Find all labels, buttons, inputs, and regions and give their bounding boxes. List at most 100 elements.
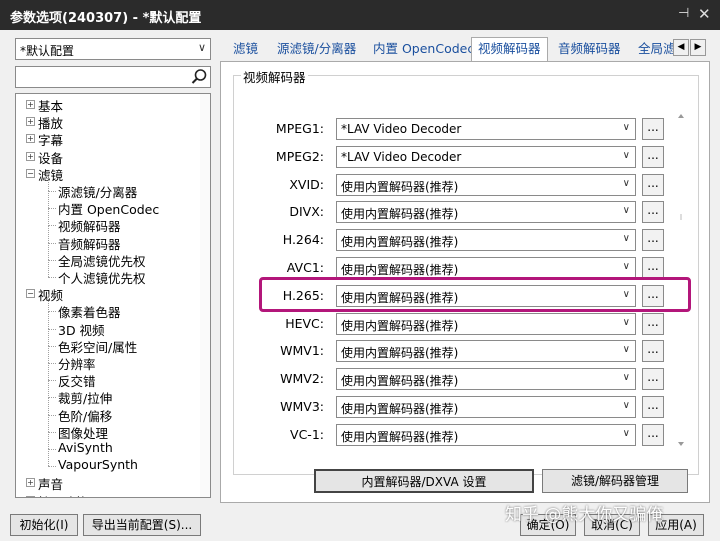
chevron-down-icon: ∨ bbox=[197, 41, 206, 54]
tree-item[interactable]: 基本 bbox=[38, 96, 63, 114]
decoder-select[interactable]: 使用内置解码器(推荐) ∨ bbox=[336, 201, 636, 224]
tab-1[interactable]: 源滤镜/分离器 bbox=[277, 39, 356, 61]
tree-item-label: 3D 视频 bbox=[58, 322, 105, 338]
tree-item-label: 视频解码器 bbox=[58, 219, 121, 235]
tree-item[interactable]: 音频解码器 bbox=[58, 234, 121, 252]
tree-item[interactable]: 视频 bbox=[38, 285, 64, 304]
tree-item[interactable]: VapourSynth bbox=[58, 457, 138, 474]
decoder-value: 使用内置解码器(推荐) bbox=[341, 374, 459, 389]
decoder-options-button[interactable]: ... bbox=[642, 312, 664, 335]
tree-connector bbox=[48, 431, 56, 433]
decoder-options-button[interactable]: ... bbox=[642, 201, 664, 224]
tree-item[interactable]: 内置 OpenCodec bbox=[58, 199, 159, 217]
tree-item[interactable]: AviSynth bbox=[58, 440, 113, 457]
tree-item[interactable]: 3D 视频 bbox=[58, 320, 105, 338]
tree-item[interactable]: 设备 bbox=[38, 148, 64, 166]
decoder-value: 使用内置解码器(推荐) bbox=[341, 179, 459, 194]
chevron-down-icon: ∨ bbox=[622, 261, 630, 272]
decoder-select[interactable]: 使用内置解码器(推荐) ∨ bbox=[336, 423, 636, 446]
tree-item[interactable]: 滤镜 bbox=[38, 165, 63, 183]
codec-label: AVC1: bbox=[286, 260, 324, 275]
tree-item[interactable]: 视频解码器 bbox=[58, 216, 121, 235]
collapse-icon[interactable]: − bbox=[26, 289, 35, 299]
tree-item[interactable]: 扩展功能 bbox=[38, 492, 88, 497]
decoder-select[interactable]: 使用内置解码器(推荐) ∨ bbox=[336, 312, 636, 335]
decoder-value: 使用内置解码器(推荐) bbox=[341, 207, 459, 222]
tree-item-label: 设备 bbox=[38, 150, 64, 166]
tree-connector bbox=[48, 259, 56, 261]
tab-5[interactable]: 全局滤 bbox=[638, 39, 676, 61]
expand-icon[interactable]: + bbox=[26, 100, 35, 109]
chevron-down-icon: ∨ bbox=[622, 122, 630, 133]
decoder-select[interactable]: 使用内置解码器(推荐) ∨ bbox=[336, 340, 636, 363]
codec-label: DIVX: bbox=[289, 204, 324, 220]
decoder-options-button[interactable]: ... bbox=[642, 423, 664, 446]
decoder-options-button[interactable]: ... bbox=[642, 229, 664, 252]
decoder-select[interactable]: 使用内置解码器(推荐) ∨ bbox=[336, 368, 636, 391]
expand-icon[interactable]: + bbox=[26, 134, 35, 144]
tree-item[interactable]: 分辨率 bbox=[58, 354, 96, 372]
settings-tree[interactable]: + 基本 + 播放 + 字幕 + 设备 − 滤镜 源滤镜/分离器 内置 OpenCodec 视频解码器音… bbox=[15, 93, 211, 498]
collapse-icon[interactable]: − bbox=[26, 168, 35, 178]
dxva-settings-button[interactable]: 内置解码器/DXVA 设置 bbox=[314, 469, 534, 493]
expand-icon[interactable]: + bbox=[26, 151, 35, 161]
tree-item[interactable]: 色阶/偏移 bbox=[58, 406, 113, 424]
search-icon[interactable] bbox=[190, 68, 208, 86]
tree-item[interactable]: 源滤镜/分离器 bbox=[58, 182, 138, 200]
tree-item[interactable]: 播放 bbox=[38, 113, 63, 131]
decoder-options-button[interactable]: ... bbox=[642, 340, 664, 363]
tree-item[interactable]: 反交错 bbox=[58, 371, 96, 390]
profile-select[interactable]: *默认配置 ∨ bbox=[15, 38, 211, 60]
init-button[interactable]: 初始化(I) bbox=[10, 514, 78, 536]
decoder-select[interactable]: 使用内置解码器(推荐) ∨ bbox=[336, 257, 636, 279]
search-input[interactable] bbox=[19, 69, 179, 85]
tree-item[interactable]: 裁剪/拉伸 bbox=[58, 388, 112, 406]
codec-label: VC-1: bbox=[290, 426, 324, 442]
decoder-select[interactable]: 使用内置解码器(推荐) ∨ bbox=[336, 396, 636, 418]
decoder-select[interactable]: *LAV Video Decoder ∨ bbox=[336, 145, 636, 168]
tab-scroll-right[interactable]: ▶ bbox=[690, 39, 706, 56]
decoder-select[interactable]: 使用内置解码器(推荐) ∨ bbox=[336, 229, 636, 252]
tree-item-label: 反交错 bbox=[58, 374, 96, 390]
tree-item[interactable]: 全局滤镜优先权 bbox=[58, 251, 146, 269]
decoder-options-button[interactable]: ... bbox=[642, 145, 664, 168]
chevron-down-icon: ∨ bbox=[622, 233, 630, 245]
expand-icon[interactable]: + bbox=[26, 495, 35, 497]
tree-item[interactable]: 图像处理 bbox=[58, 423, 108, 441]
tree-connector bbox=[48, 380, 49, 398]
tree-scrollbar[interactable] bbox=[200, 94, 210, 497]
tab-3[interactable]: 视频解码器 bbox=[471, 37, 548, 62]
tab-strip: 滤镜 源滤镜/分离器 内置 OpenCodec 视频解码器 音频解码器 全局滤 bbox=[225, 37, 685, 62]
decoder-select[interactable]: *LAV Video Decoder ∨ bbox=[336, 118, 636, 140]
search-field[interactable] bbox=[15, 66, 211, 88]
decoder-options-button[interactable]: ... bbox=[642, 368, 664, 391]
tree-item-label: 色彩空间/属性 bbox=[58, 339, 138, 355]
codec-label: WMV2: bbox=[280, 371, 324, 387]
tree-item-label: 个人滤镜优先权 bbox=[58, 271, 146, 286]
decoder-options-button[interactable]: ... bbox=[642, 173, 664, 196]
decoder-manage-button[interactable]: 滤镜/解码器管理 bbox=[542, 469, 688, 493]
tree-item[interactable]: 字幕 bbox=[38, 130, 63, 148]
tab-4[interactable]: 音频解码器 bbox=[558, 39, 621, 61]
tree-item-label: 源滤镜/分离器 bbox=[58, 185, 138, 200]
tree-item[interactable]: 声音 bbox=[38, 474, 63, 492]
tree-item[interactable]: 色彩空间/属性 bbox=[58, 337, 138, 355]
decoder-options-button[interactable]: ... bbox=[642, 118, 664, 140]
decoder-options-button[interactable]: ... bbox=[642, 257, 664, 279]
tab-0[interactable]: 滤镜 bbox=[233, 39, 258, 61]
decoder-options-button[interactable]: ... bbox=[642, 396, 664, 418]
tab-2[interactable]: 内置 OpenCodec bbox=[373, 39, 474, 61]
tree-item[interactable]: 个人滤镜优先权 bbox=[58, 268, 146, 286]
tree-item[interactable]: 像素着色器 bbox=[58, 302, 121, 320]
chevron-down-icon: ∨ bbox=[622, 316, 630, 328]
export-config-button[interactable]: 导出当前配置(S)... bbox=[83, 514, 201, 536]
expand-icon[interactable]: + bbox=[26, 478, 35, 488]
tree-connector bbox=[48, 432, 49, 450]
pin-icon[interactable]: ⊣ bbox=[678, 6, 692, 24]
tab-scroll-left[interactable]: ◀ bbox=[673, 39, 689, 56]
expand-icon[interactable]: + bbox=[26, 117, 35, 127]
tree-item-label: 视频 bbox=[38, 288, 64, 304]
tree-item-label: 色阶/偏移 bbox=[58, 408, 113, 424]
close-icon[interactable]: ✕ bbox=[698, 5, 711, 23]
decoder-select[interactable]: 使用内置解码器(推荐) ∨ bbox=[336, 173, 636, 196]
